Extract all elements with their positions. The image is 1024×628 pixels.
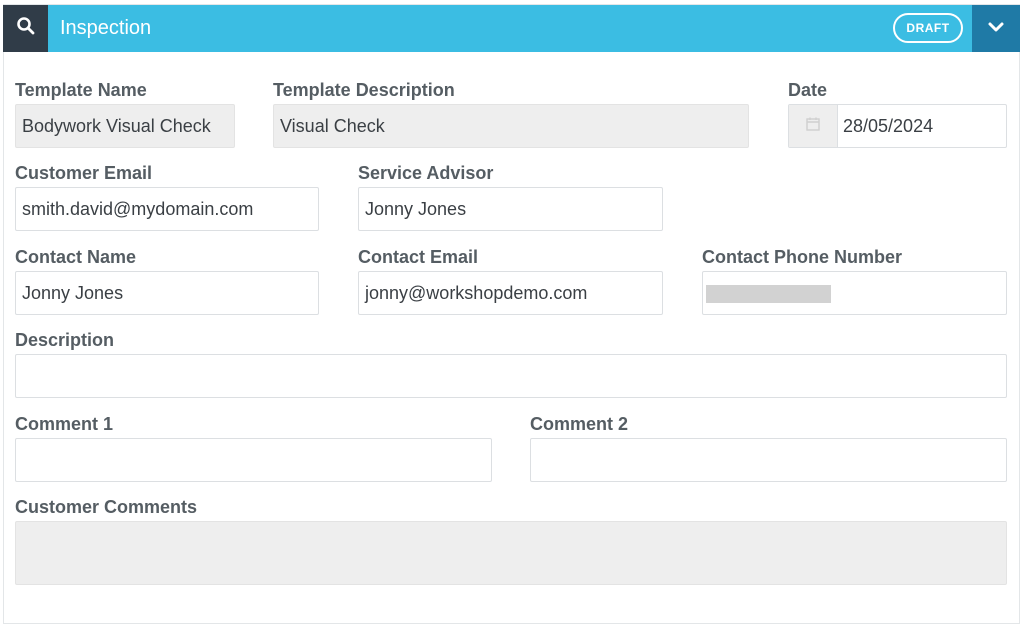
search-icon <box>16 16 36 41</box>
customer-email-label: Customer Email <box>15 163 153 183</box>
description-label: Description <box>15 330 115 350</box>
collapse-button[interactable] <box>972 5 1020 52</box>
customer-comments-label: Customer Comments <box>15 497 198 517</box>
template-name-field: Bodywork Visual Check <box>15 104 235 148</box>
contact-name-field[interactable]: Jonny Jones <box>15 271 319 315</box>
comment1-label: Comment 1 <box>15 414 114 434</box>
comment2-label: Comment 2 <box>530 414 629 434</box>
comment1-field[interactable] <box>15 438 492 482</box>
service-advisor-field[interactable]: Jonny Jones <box>358 187 663 231</box>
contact-phone-label: Contact Phone Number <box>702 247 903 267</box>
calendar-icon <box>805 105 821 147</box>
customer-email-field[interactable]: smith.david@mydomain.com <box>15 187 319 231</box>
status-badge: DRAFT <box>893 13 963 43</box>
search-button[interactable] <box>3 5 48 52</box>
date-field[interactable]: 28/05/2024 <box>788 104 1007 148</box>
contact-email-label: Contact Email <box>358 247 479 267</box>
panel-header: Inspection DRAFT <box>3 5 1020 52</box>
redacted-phone-number <box>706 285 831 303</box>
customer-comments-field <box>15 521 1007 585</box>
description-field[interactable] <box>15 354 1007 398</box>
comment2-field[interactable] <box>530 438 1007 482</box>
contact-phone-field[interactable] <box>702 271 1007 315</box>
template-description-label: Template Description <box>273 80 455 100</box>
contact-name-label: Contact Name <box>15 247 137 267</box>
date-picker-button[interactable] <box>789 105 838 147</box>
template-description-field: Visual Check <box>273 104 749 148</box>
panel-title: Inspection <box>60 17 152 39</box>
contact-email-field[interactable]: jonny@workshopdemo.com <box>358 271 663 315</box>
template-name-label: Template Name <box>15 80 147 100</box>
date-label: Date <box>788 80 828 100</box>
chevron-down-icon <box>987 20 1005 38</box>
service-advisor-label: Service Advisor <box>358 163 494 183</box>
date-value: 28/05/2024 <box>843 116 934 136</box>
